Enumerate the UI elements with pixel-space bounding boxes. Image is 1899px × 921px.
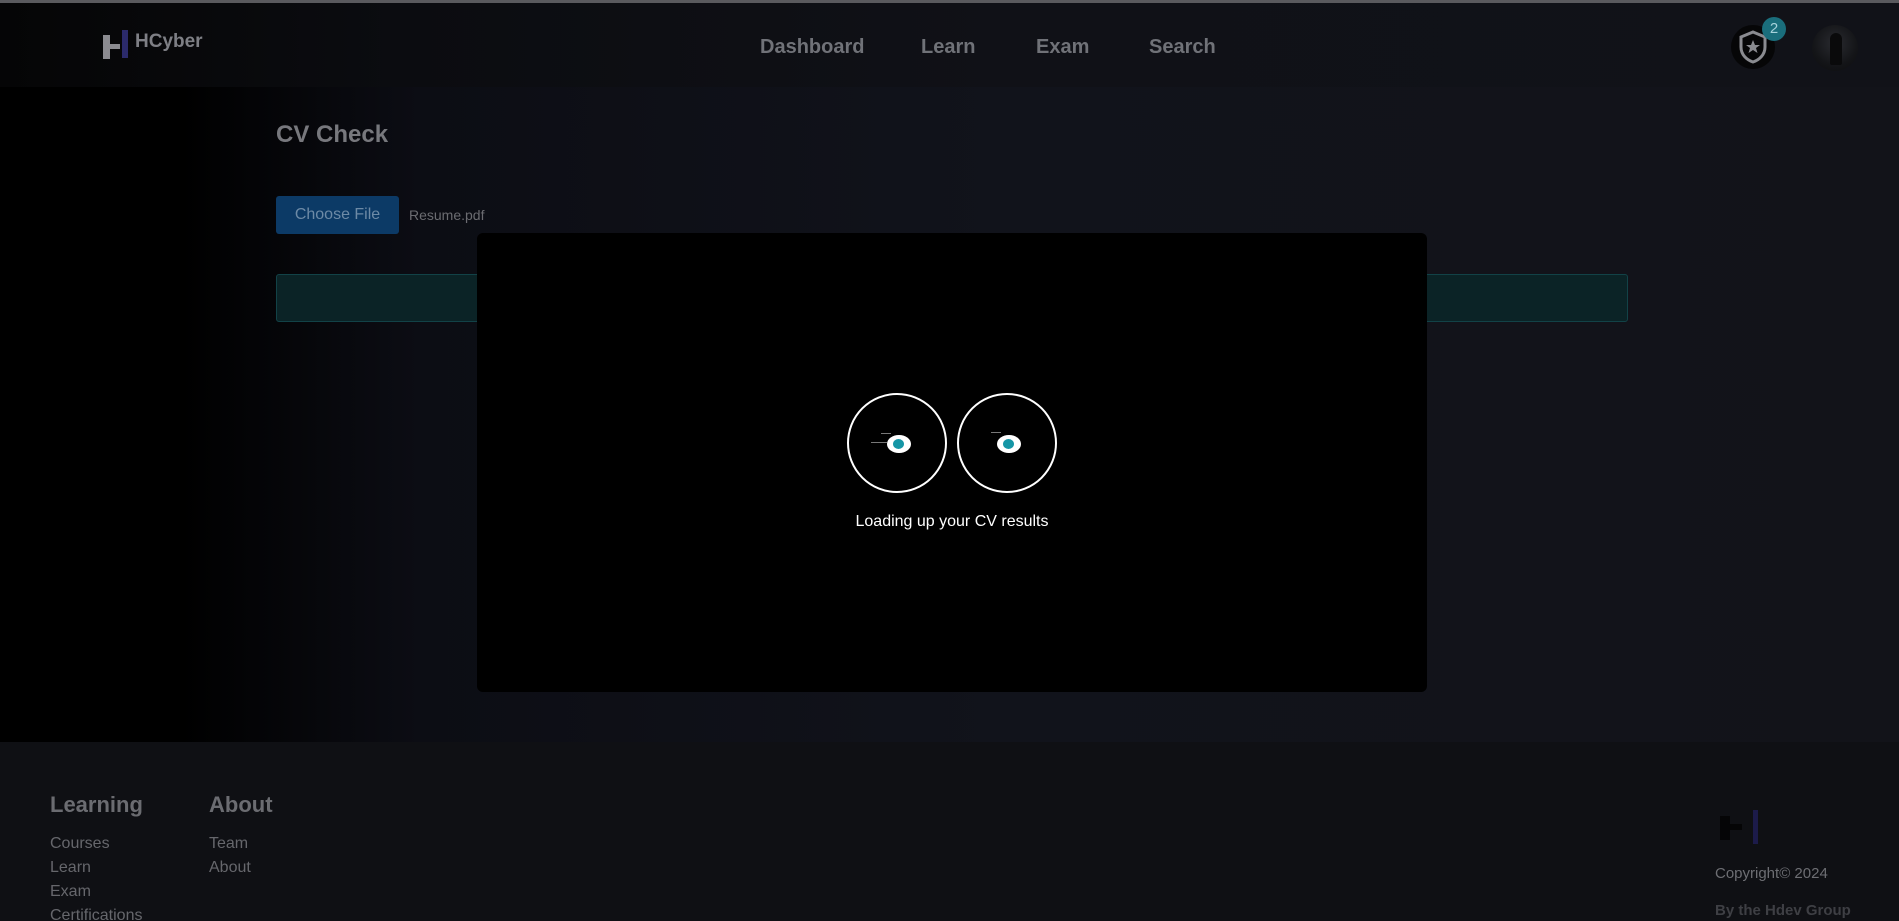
byline-text: By the Hdev Group (1715, 902, 1851, 919)
notification-count-badge: 2 (1762, 17, 1786, 41)
footer-link-learn[interactable]: Learn (50, 856, 143, 880)
footer-logo-icon (1720, 808, 1760, 848)
choose-file-button[interactable]: Choose File (276, 196, 399, 234)
footer-learning-heading: Learning (50, 792, 143, 817)
nav-link-dashboard[interactable]: Dashboard (760, 36, 921, 59)
logo-mark-icon (103, 30, 131, 60)
loading-message: Loading up your CV results (855, 513, 1049, 530)
footer-link-about[interactable]: About (209, 856, 273, 880)
brand-logo[interactable]: HCyber (103, 30, 203, 60)
footer-link-courses[interactable]: Courses (50, 832, 143, 856)
footer-learning-column: Learning Courses Learn Exam Certificatio… (50, 792, 143, 921)
nav-link-learn[interactable]: Learn (921, 36, 1036, 59)
copyright-text: Copyright© 2024 (1715, 865, 1828, 882)
user-avatar[interactable] (1812, 25, 1858, 71)
nav-link-search[interactable]: Search (1149, 36, 1216, 59)
page-title: CV Check (276, 121, 389, 148)
right-eye-icon (957, 393, 1057, 493)
footer-about-heading: About (209, 792, 273, 817)
footer-link-team[interactable]: Team (209, 832, 273, 856)
footer-link-exam[interactable]: Exam (50, 880, 143, 904)
footer-link-certifications[interactable]: Certifications (50, 904, 143, 921)
nav-links: Dashboard Learn Exam Search (760, 36, 1216, 59)
page: HCyber Dashboard Learn Exam Search 2 CV … (0, 0, 1899, 921)
left-eye-icon (847, 393, 947, 493)
brand-name: HCyber (135, 31, 203, 52)
footer-about-column: About Team About (209, 792, 273, 880)
navbar: HCyber Dashboard Learn Exam Search 2 (0, 3, 1899, 87)
loading-eyes-animation (847, 393, 1057, 493)
selected-file-name: Resume.pdf (409, 207, 485, 223)
footer: Learning Courses Learn Exam Certificatio… (0, 742, 1899, 921)
nav-link-exam[interactable]: Exam (1036, 36, 1149, 59)
